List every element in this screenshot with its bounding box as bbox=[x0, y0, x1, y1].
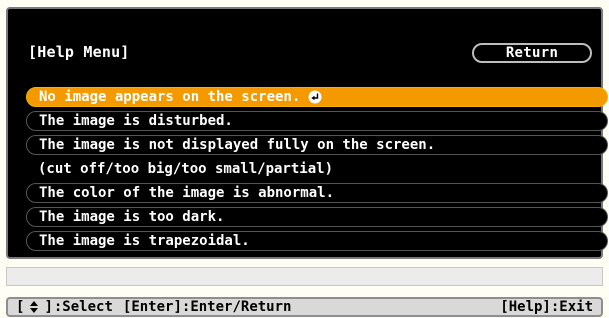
help-topic-list: No image appears on the screen. The imag… bbox=[26, 87, 608, 255]
help-item-label: No image appears on the screen. bbox=[39, 89, 301, 105]
help-item-label: The image is trapezoidal. bbox=[39, 233, 250, 249]
help-item-no-image[interactable]: No image appears on the screen. bbox=[26, 87, 608, 107]
footer-left-group: [ ] :Select [Enter]:Enter/Return bbox=[16, 299, 291, 315]
page-title: [Help Menu] bbox=[28, 43, 130, 61]
enter-return-icon bbox=[308, 90, 322, 104]
help-item-image-disturbed[interactable]: The image is disturbed. bbox=[26, 111, 608, 131]
help-item-too-dark[interactable]: The image is too dark. bbox=[26, 207, 608, 227]
help-menu-panel: [Help Menu] Return No image appears on t… bbox=[6, 7, 608, 259]
help-item-label: The image is disturbed. bbox=[39, 113, 233, 129]
enter-hint: [Enter]:Enter/Return bbox=[122, 299, 292, 315]
return-button[interactable]: Return bbox=[472, 43, 592, 63]
help-item-subtitle: (cut off/too big/too small/partial) bbox=[26, 159, 608, 179]
select-key-bracket-open: [ bbox=[16, 299, 25, 315]
select-hint: :Select bbox=[53, 299, 113, 315]
help-item-sub-label: (cut off/too big/too small/partial) bbox=[38, 161, 334, 177]
help-item-label: The image is not displayed fully on the … bbox=[39, 137, 436, 153]
help-footer-bar: [ ] :Select [Enter]:Enter/Return [Help]:… bbox=[6, 297, 603, 317]
return-button-label: Return bbox=[505, 45, 559, 61]
help-item-not-displayed-fully[interactable]: The image is not displayed fully on the … bbox=[26, 135, 608, 155]
select-key-bracket-close: ] bbox=[44, 299, 53, 315]
status-bar bbox=[6, 267, 603, 286]
help-item-trapezoidal[interactable]: The image is trapezoidal. bbox=[26, 231, 608, 251]
help-item-color-abnormal[interactable]: The color of the image is abnormal. bbox=[26, 183, 608, 203]
help-exit-hint: [Help]:Exit bbox=[500, 299, 593, 315]
help-item-label: The image is too dark. bbox=[39, 209, 225, 225]
help-item-label: The color of the image is abnormal. bbox=[39, 185, 335, 201]
up-down-arrows-icon bbox=[27, 300, 41, 314]
